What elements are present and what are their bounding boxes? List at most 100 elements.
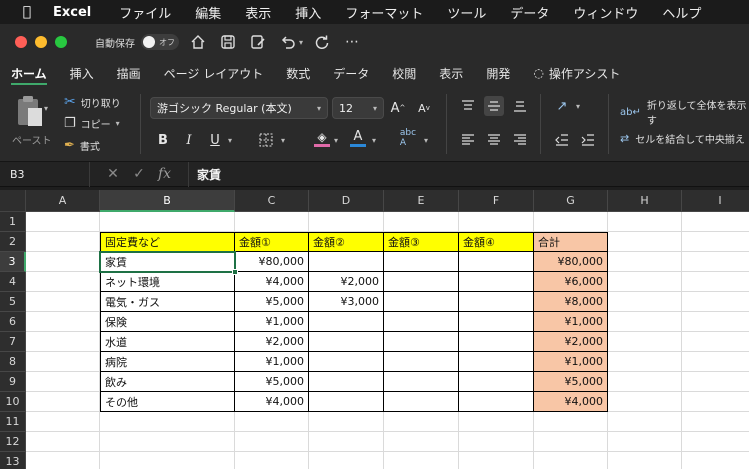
paste-button[interactable]: [14, 94, 46, 131]
zoom-window-button[interactable]: [55, 36, 67, 48]
cell-H2[interactable]: [608, 232, 682, 252]
cell-C3[interactable]: ¥80,000: [235, 252, 309, 272]
cell-A12[interactable]: [26, 432, 100, 452]
cell-E3[interactable]: [384, 252, 459, 272]
cell-C10[interactable]: ¥4,000: [235, 392, 309, 412]
cell-D10[interactable]: [309, 392, 384, 412]
cell-H1[interactable]: [608, 212, 682, 232]
tab-page-layout[interactable]: ページ レイアウト: [164, 60, 264, 86]
cell-D3[interactable]: [309, 252, 384, 272]
cell-H13[interactable]: [608, 452, 682, 469]
tab-review[interactable]: 校閲: [392, 60, 416, 86]
align-left-icon[interactable]: [458, 130, 478, 150]
cell-C4[interactable]: ¥4,000: [235, 272, 309, 292]
select-all-corner[interactable]: [0, 190, 26, 212]
cell-H11[interactable]: [608, 412, 682, 432]
cell-I2[interactable]: [682, 232, 749, 252]
cell-B12[interactable]: [100, 432, 235, 452]
cell-H10[interactable]: [608, 392, 682, 412]
cell-H3[interactable]: [608, 252, 682, 272]
menu-help[interactable]: ヘルプ: [662, 3, 701, 22]
underline-dropdown-icon[interactable]: ▾: [228, 136, 232, 145]
cell-F11[interactable]: [459, 412, 534, 432]
cell-A3[interactable]: [26, 252, 100, 272]
menu-view[interactable]: 表示: [245, 3, 271, 22]
cell-I1[interactable]: [682, 212, 749, 232]
tab-view[interactable]: 表示: [439, 60, 463, 86]
autosave-toggle[interactable]: オフ: [141, 34, 179, 50]
cell-H4[interactable]: [608, 272, 682, 292]
merge-center-button[interactable]: ⇄ セルを結合して中央揃え: [620, 131, 745, 146]
cancel-icon[interactable]: ✕: [102, 166, 124, 182]
cell-A6[interactable]: [26, 312, 100, 332]
cell-D4[interactable]: ¥2,000: [309, 272, 384, 292]
cell-B10[interactable]: その他: [100, 392, 235, 412]
row-header-10[interactable]: 10: [0, 392, 26, 412]
font-color-dropdown-icon[interactable]: ▾: [372, 136, 376, 145]
cell-A1[interactable]: [26, 212, 100, 232]
cell-B9[interactable]: 飲み: [100, 372, 235, 392]
cell-D11[interactable]: [309, 412, 384, 432]
row-header-12[interactable]: 12: [0, 432, 26, 452]
font-name-select[interactable]: 游ゴシック Regular (本文) ▾: [150, 97, 328, 119]
cell-H6[interactable]: [608, 312, 682, 332]
column-header-F[interactable]: F: [459, 190, 534, 212]
cell-E9[interactable]: [384, 372, 459, 392]
cell-C1[interactable]: [235, 212, 309, 232]
menu-insert[interactable]: 挿入: [295, 3, 321, 22]
cell-B2[interactable]: 固定費など: [100, 232, 235, 252]
cell-H5[interactable]: [608, 292, 682, 312]
row-header-4[interactable]: 4: [0, 272, 26, 292]
cell-F3[interactable]: [459, 252, 534, 272]
cell-A4[interactable]: [26, 272, 100, 292]
cell-D6[interactable]: [309, 312, 384, 332]
row-header-2[interactable]: 2: [0, 232, 26, 252]
increase-indent-icon[interactable]: [578, 130, 598, 150]
cell-I11[interactable]: [682, 412, 749, 432]
cell-C5[interactable]: ¥5,000: [235, 292, 309, 312]
fill-color-dropdown-icon[interactable]: ▾: [334, 136, 338, 145]
cell-C11[interactable]: [235, 412, 309, 432]
cell-A9[interactable]: [26, 372, 100, 392]
borders-dropdown-icon[interactable]: ▾: [281, 136, 285, 145]
cell-F13[interactable]: [459, 452, 534, 469]
cell-D2[interactable]: 金額②: [309, 232, 384, 252]
cell-A11[interactable]: [26, 412, 100, 432]
borders-icon[interactable]: [256, 130, 276, 150]
cell-D13[interactable]: [309, 452, 384, 469]
cell-I10[interactable]: [682, 392, 749, 412]
cell-E4[interactable]: [384, 272, 459, 292]
cell-F6[interactable]: [459, 312, 534, 332]
undo-dropdown-icon[interactable]: ▾: [299, 38, 303, 47]
more-icon[interactable]: ⋯: [341, 31, 363, 53]
cell-F8[interactable]: [459, 352, 534, 372]
cell-E2[interactable]: 金額③: [384, 232, 459, 252]
cell-C13[interactable]: [235, 452, 309, 469]
cell-G10[interactable]: ¥4,000: [534, 392, 608, 412]
cell-E12[interactable]: [384, 432, 459, 452]
column-header-G[interactable]: G: [534, 190, 608, 212]
cell-D12[interactable]: [309, 432, 384, 452]
cell-C9[interactable]: ¥5,000: [235, 372, 309, 392]
row-header-8[interactable]: 8: [0, 352, 26, 372]
cell-D5[interactable]: ¥3,000: [309, 292, 384, 312]
align-center-icon[interactable]: [484, 130, 504, 150]
tab-tell-me[interactable]: ◌ 操作アシスト: [533, 60, 620, 86]
column-header-I[interactable]: I: [682, 190, 749, 212]
cell-A5[interactable]: [26, 292, 100, 312]
column-header-C[interactable]: C: [235, 190, 309, 212]
cell-B7[interactable]: 水道: [100, 332, 235, 352]
undo-icon[interactable]: [277, 31, 299, 53]
copy-dropdown-icon[interactable]: ▾: [116, 119, 120, 128]
column-header-H[interactable]: H: [608, 190, 682, 212]
cell-H7[interactable]: [608, 332, 682, 352]
cell-B11[interactable]: [100, 412, 235, 432]
decrease-indent-icon[interactable]: [552, 130, 572, 150]
menu-tools[interactable]: ツール: [447, 3, 486, 22]
cell-I12[interactable]: [682, 432, 749, 452]
orientation-icon[interactable]: ↗: [552, 96, 572, 116]
cell-F5[interactable]: [459, 292, 534, 312]
copy-button[interactable]: ❐ コピー ▾: [64, 116, 120, 131]
confirm-icon[interactable]: ✓: [128, 166, 150, 182]
menu-data[interactable]: データ: [510, 3, 549, 22]
